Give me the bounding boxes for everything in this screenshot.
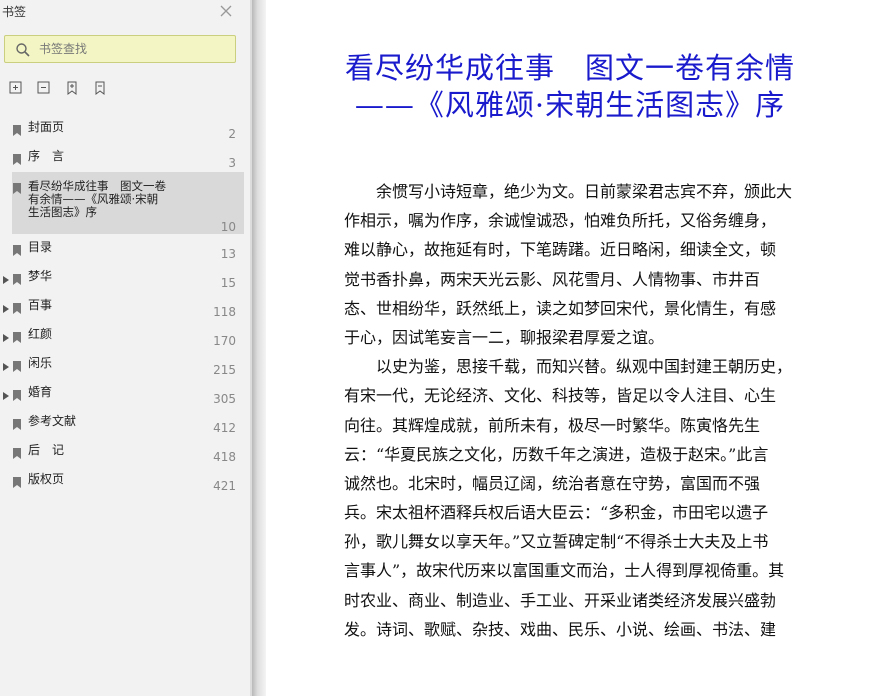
- bookmark-outline-icon[interactable]: [92, 80, 108, 96]
- bookmark-search-input[interactable]: [39, 39, 229, 59]
- text-line: 孙，歌儿舞女以享天年。”又立誓碑定制“不得杀士大夫及上书: [344, 532, 769, 552]
- bookmark-item-title-preface[interactable]: 看尽纷华成往事 图文一卷 有余情——《风雅颂·宋朝 生活图志》序 10: [12, 172, 244, 234]
- bookmark-label: 参考文献: [28, 414, 77, 428]
- sidebar-title: 书签: [2, 5, 27, 19]
- bookmark-icon: [13, 328, 21, 343]
- search-icon: [15, 42, 31, 58]
- bookmark-page: 412: [213, 421, 236, 435]
- bookmark-icon: [13, 121, 21, 136]
- bookmark-page: 421: [213, 479, 236, 493]
- text-line: 言事人”，故宋代历来以富国重文而治，士人得到厚视倚重。其: [344, 561, 785, 581]
- bookmark-item-contents[interactable]: 目录 13: [0, 234, 250, 263]
- sidebar-header: 书签: [0, 0, 250, 24]
- bookmark-item-baishi[interactable]: 百事 118: [0, 292, 250, 321]
- bookmark-icon: [13, 241, 21, 256]
- bookmark-page: 170: [213, 334, 236, 348]
- bookmark-page: 305: [213, 392, 236, 406]
- bookmark-icon: [13, 444, 21, 459]
- bookmark-icon: [13, 386, 21, 401]
- text-line: 诚然也。北宋时，幅员辽阔，统治者意在守势，富国而不强: [344, 473, 761, 493]
- bookmark-label: 封面页: [28, 120, 65, 134]
- bookmark-icon: [13, 150, 21, 165]
- text-line: 难以静心，故拖延有时，下笔踌躇。近日略闲，细读全文，顿: [344, 240, 777, 260]
- text-line: 作相示，嘱为作序，余诚惶诚恐，怕难负所托，又俗务缠身，: [344, 211, 777, 231]
- bookmark-icon: [13, 270, 21, 285]
- text-line: 于心，因试笔妄言一二，聊报梁君厚爱之谊。: [344, 327, 665, 347]
- bookmark-search-box[interactable]: [4, 35, 236, 63]
- page-gutter-shadow: [252, 0, 266, 696]
- bookmark-item-hongyan[interactable]: 红颜 170: [0, 321, 250, 350]
- bookmark-label: 婚育: [28, 385, 53, 399]
- bookmark-page: 418: [213, 450, 236, 464]
- text-line: 时农业、商业、制造业、手工业、开采业诸类经济发展兴盛勃: [344, 590, 777, 610]
- text-line: 觉书香扑鼻，两宋天光云影、风花雪月、人情物事、市井百: [344, 269, 761, 289]
- bookmark-label: 目录: [28, 240, 53, 254]
- text-line: 以史为鉴，思接千载，而知兴替。纵观中国封建王朝历史，: [344, 357, 793, 377]
- bookmark-item-menghua[interactable]: 梦华 15: [0, 263, 250, 292]
- bookmark-sidebar: 书签 封面页 2 序 言 3: [0, 0, 250, 696]
- text-line: 云：“华夏民族之文化，历数千年之演进，造极于赵宋。”此言: [344, 444, 769, 464]
- document-title-line1: 看尽纷华成往事 图文一卷有余情: [344, 51, 795, 85]
- bookmark-item-hunyu[interactable]: 婚育 305: [0, 379, 250, 408]
- bookmark-label: 红颜: [28, 327, 53, 341]
- bookmark-icon: [13, 357, 21, 372]
- bookmark-page: 2: [228, 127, 236, 141]
- bookmark-icon: [13, 473, 21, 488]
- triangle-right-icon[interactable]: [3, 356, 9, 371]
- close-icon[interactable]: [218, 3, 234, 19]
- bookmark-label: 看尽纷华成往事 图文一卷 有余情——《风雅颂·宋朝 生活图志》序: [28, 179, 166, 219]
- bookmark-item-preface[interactable]: 序 言 3: [0, 143, 250, 172]
- bookmark-item-xianle[interactable]: 闲乐 215: [0, 350, 250, 379]
- text-line: 有宋一代，无论经济、文化、科技等，皆足以令人注目、心生: [344, 386, 777, 406]
- add-bookmark-icon[interactable]: [8, 80, 24, 96]
- bookmark-item-copyright[interactable]: 版权页 421: [0, 466, 250, 495]
- triangle-right-icon[interactable]: [3, 327, 9, 342]
- bookmark-page: 3: [228, 156, 236, 170]
- bookmark-label: 梦华: [28, 269, 53, 283]
- bookmark-label: 后 记: [28, 443, 65, 457]
- text-line: 向往。其辉煌成就，前所未有，极尽一时繁华。陈寅恪先生: [344, 415, 761, 435]
- text-line: 态、世相纷华，跃然纸上，读之如梦回宋代，景化情生，有感: [344, 298, 777, 318]
- bookmark-item-references[interactable]: 参考文献 412: [0, 408, 250, 437]
- bookmark-page: 13: [220, 247, 236, 261]
- bookmark-page: 215: [213, 363, 236, 377]
- text-line: 发。诗词、歌赋、杂技、戏曲、民乐、小说、绘画、书法、建: [344, 619, 777, 639]
- bookmark-page: 118: [213, 305, 236, 319]
- bookmark-label: 百事: [28, 298, 53, 312]
- document-body: 余惯写小诗短章，绝少为文。日前蒙梁君志宾不弃，颁此大 作相示，嘱为作序，余诚惶诚…: [344, 177, 844, 644]
- document-title-line2: ——《风雅颂·宋朝生活图志》序: [354, 88, 786, 122]
- text-line: 余惯写小诗短章，绝少为文。日前蒙梁君志宾不弃，颁此大: [344, 182, 793, 201]
- triangle-right-icon[interactable]: [3, 298, 9, 313]
- text-line: 兵。宋太祖杯酒释兵权后语大臣云：“多积金，市田宅以遗子: [344, 503, 769, 523]
- bookmark-icon: [13, 179, 21, 194]
- bookmark-page: 10: [220, 220, 236, 234]
- triangle-right-icon[interactable]: [3, 385, 9, 400]
- bookmark-icon: [13, 415, 21, 430]
- bookmark-icon: [13, 299, 21, 314]
- triangle-right-icon[interactable]: [3, 269, 9, 284]
- remove-bookmark-icon[interactable]: [36, 80, 52, 96]
- bookmark-item-cover[interactable]: 封面页 2: [0, 114, 250, 143]
- bookmark-item-afterword[interactable]: 后 记 418: [0, 437, 250, 466]
- bookmark-label: 闲乐: [28, 356, 53, 370]
- bookmark-label: 版权页: [28, 472, 65, 486]
- document-page[interactable]: 看尽纷华成往事 图文一卷有余情 ——《风雅颂·宋朝生活图志》序 余惯写小诗短章，…: [266, 0, 874, 696]
- bookmark-page: 15: [220, 276, 236, 290]
- bookmark-label: 序 言: [28, 149, 65, 163]
- bookmark-icon[interactable]: [64, 80, 80, 96]
